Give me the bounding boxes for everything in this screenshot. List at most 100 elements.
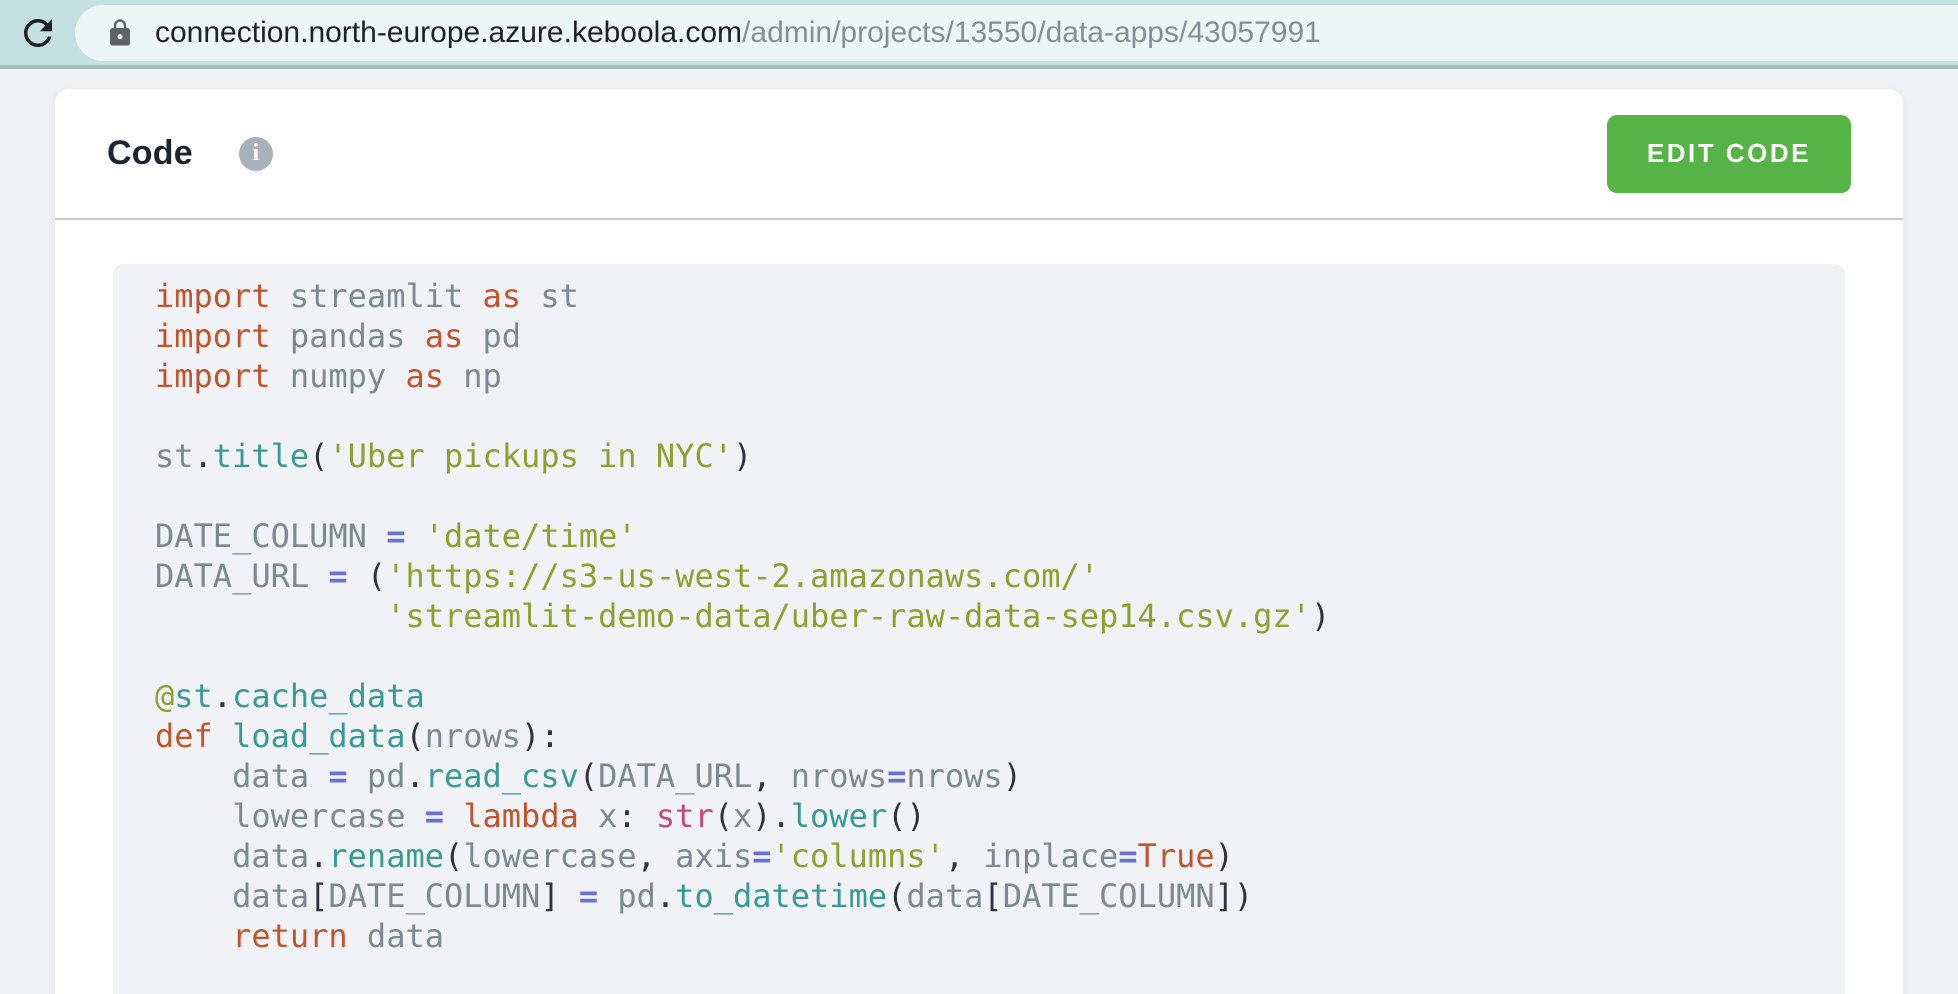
code-token: import <box>155 277 271 315</box>
code-token: data <box>348 917 444 955</box>
url-bar[interactable]: connection.north-europe.azure.keboola.co… <box>75 5 1958 61</box>
code-token: 'date/time' <box>405 517 636 555</box>
code-token: ): <box>521 717 560 755</box>
reload-icon <box>17 12 59 54</box>
code-token: ( <box>714 797 733 835</box>
code-token: DATE_COLUMN <box>1003 877 1215 915</box>
code-token: 'https://s3-us-west-2.amazonaws.com/' <box>386 557 1099 595</box>
code-token: lambda <box>444 797 579 835</box>
code-token: to_datetime <box>675 877 887 915</box>
code-token: . <box>656 877 675 915</box>
page-background: Code i EDIT CODE import streamlit as st … <box>0 69 1958 990</box>
code-token: import <box>155 357 271 395</box>
code-token: . <box>194 437 213 475</box>
info-icon[interactable]: i <box>239 137 273 171</box>
code-token: read_csv <box>425 757 579 795</box>
code-token: np <box>444 357 502 395</box>
code-token: as <box>425 317 464 355</box>
code-token: lowercase <box>155 797 425 835</box>
code-token: = <box>887 757 906 795</box>
code-token: = <box>579 877 598 915</box>
code-card: Code i EDIT CODE import streamlit as st … <box>55 89 1903 994</box>
code-token: lower <box>791 797 887 835</box>
code-token: DATE_COLUMN <box>155 517 386 555</box>
code-token: cache_data <box>232 677 425 715</box>
code-token: as <box>405 357 444 395</box>
code-token: inplace <box>983 837 1118 875</box>
card-body: import streamlit as st import pandas as … <box>55 220 1903 994</box>
code-token: return <box>155 917 348 955</box>
page-title: Code <box>107 134 193 173</box>
code-token: 'Uber pickups in NYC' <box>328 437 733 475</box>
code-token: ( <box>579 757 598 795</box>
code-token: x <box>579 797 618 835</box>
code-token: title <box>213 437 309 475</box>
code-token: 'columns' <box>772 837 945 875</box>
code-token: streamlit <box>271 277 483 315</box>
code-token: x <box>733 797 752 835</box>
code-token: ] <box>540 877 579 915</box>
code-token: 'streamlit-demo-data/uber-raw-data-sep14… <box>155 597 1311 635</box>
code-token: ( <box>405 717 424 755</box>
code-token: ]) <box>1215 877 1254 915</box>
code-token: data <box>155 837 309 875</box>
code-token: st <box>155 437 194 475</box>
code-token: load_data <box>213 717 406 755</box>
edit-code-button[interactable]: EDIT CODE <box>1607 115 1851 193</box>
code-token: , <box>637 837 676 875</box>
code-token: DATA_URL <box>155 557 328 595</box>
code-token: DATA_URL <box>598 757 752 795</box>
lock-icon <box>105 18 135 48</box>
code-token: pd <box>463 317 521 355</box>
code-token: numpy <box>271 357 406 395</box>
code-token: ( <box>444 837 463 875</box>
code-token: def <box>155 717 213 755</box>
code-token: = <box>1118 837 1137 875</box>
code-token: ) <box>1003 757 1022 795</box>
code-token: @ <box>155 677 174 715</box>
code-token: True <box>1138 837 1215 875</box>
code-token: nrows <box>791 757 887 795</box>
code-token: = <box>425 797 444 835</box>
code-token: ( <box>887 877 906 915</box>
code-token: nrows <box>906 757 1002 795</box>
code-token: pd <box>348 757 406 795</box>
browser-toolbar: connection.north-europe.azure.keboola.co… <box>0 0 1958 69</box>
code-token: , <box>752 757 791 795</box>
code-token: nrows <box>425 717 521 755</box>
code-token: ( <box>348 557 387 595</box>
code-token: import <box>155 317 271 355</box>
code-token: DATE_COLUMN <box>328 877 540 915</box>
code-token: pandas <box>271 317 425 355</box>
card-header: Code i EDIT CODE <box>55 89 1903 220</box>
code-token: [ <box>983 877 1002 915</box>
code-token: str <box>656 797 714 835</box>
code-token: : <box>617 797 656 835</box>
code-token: lowercase <box>463 837 636 875</box>
code-token: st <box>521 277 579 315</box>
code-token: = <box>386 517 405 555</box>
code-token: ) <box>1311 597 1330 635</box>
code-token: ( <box>309 437 328 475</box>
code-token: data <box>155 757 328 795</box>
code-token: ) <box>1215 837 1234 875</box>
code-token: . <box>213 677 232 715</box>
code-token: data <box>906 877 983 915</box>
reload-button[interactable] <box>0 0 75 67</box>
code-token: data <box>155 877 309 915</box>
code-token: . <box>405 757 424 795</box>
code-token: = <box>752 837 771 875</box>
url-domain: connection.north-europe.azure.keboola.co… <box>155 16 742 50</box>
code-token: st <box>174 677 213 715</box>
code-token: rename <box>328 837 444 875</box>
code-token: () <box>887 797 926 835</box>
code-editor[interactable]: import streamlit as st import pandas as … <box>113 264 1845 994</box>
code-token: ) <box>733 437 752 475</box>
url-path: /admin/projects/13550/data-apps/43057991 <box>742 16 1321 50</box>
code-token: pd <box>598 877 656 915</box>
code-token: = <box>328 557 347 595</box>
code-token: as <box>483 277 522 315</box>
code-token: [ <box>309 877 328 915</box>
code-token: ). <box>752 797 791 835</box>
code-token: . <box>309 837 328 875</box>
